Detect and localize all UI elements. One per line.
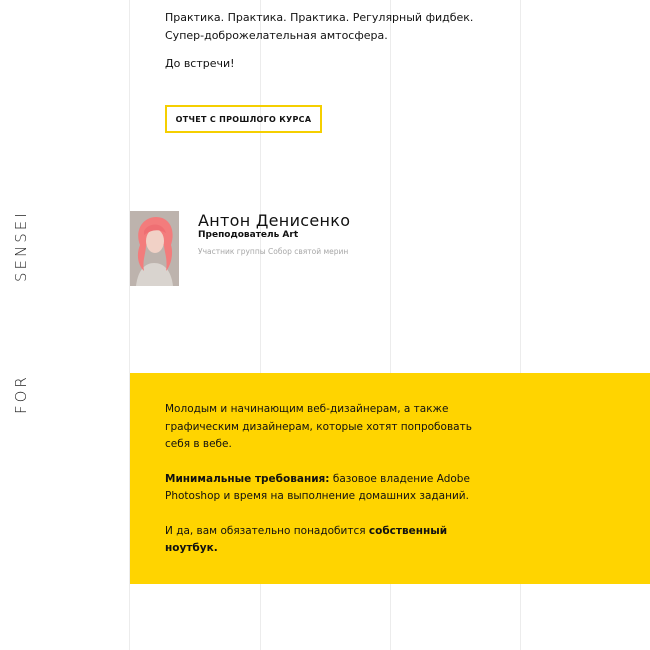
teacher-name: Антон Денисенко (198, 211, 351, 230)
audience-paragraph: Молодым и начинающим веб-дизайнерам, а т… (165, 403, 472, 450)
intro-text: Практика. Практика. Практика. Регулярный… (165, 9, 473, 73)
laptop-paragraph: И да, вам обязательно понадобится собств… (165, 523, 495, 558)
teacher-avatar (130, 211, 179, 286)
laptop-prefix: И да, вам обязательно понадобится (165, 524, 369, 537)
intro-line: Практика. Практика. Практика. Регулярный… (165, 11, 474, 24)
teacher-photo-icon (130, 211, 179, 286)
side-label-for: FOR (12, 374, 30, 414)
teacher-role: Преподователь Art (198, 230, 299, 240)
requirements-paragraph: Минимальные требования: базовое владение… (165, 471, 495, 506)
side-label-sensei: SENSEI (12, 210, 30, 282)
audience-section: Молодым и начинающим веб-дизайнерам, а т… (130, 373, 650, 584)
audience-text: Молодым и начинающим веб-дизайнерам, а т… (165, 401, 495, 575)
last-course-report-button[interactable]: ОТЧЕТ С ПРОШЛОГО КУРСА (165, 105, 322, 133)
requirements-label: Минимальные требования: (165, 472, 330, 485)
goodbye-text: До встречи! (165, 57, 235, 70)
intro-line: Супер-доброжелательная амтосфера. (165, 28, 388, 42)
teacher-note: Участник группы Собор святой мерин (198, 247, 349, 256)
